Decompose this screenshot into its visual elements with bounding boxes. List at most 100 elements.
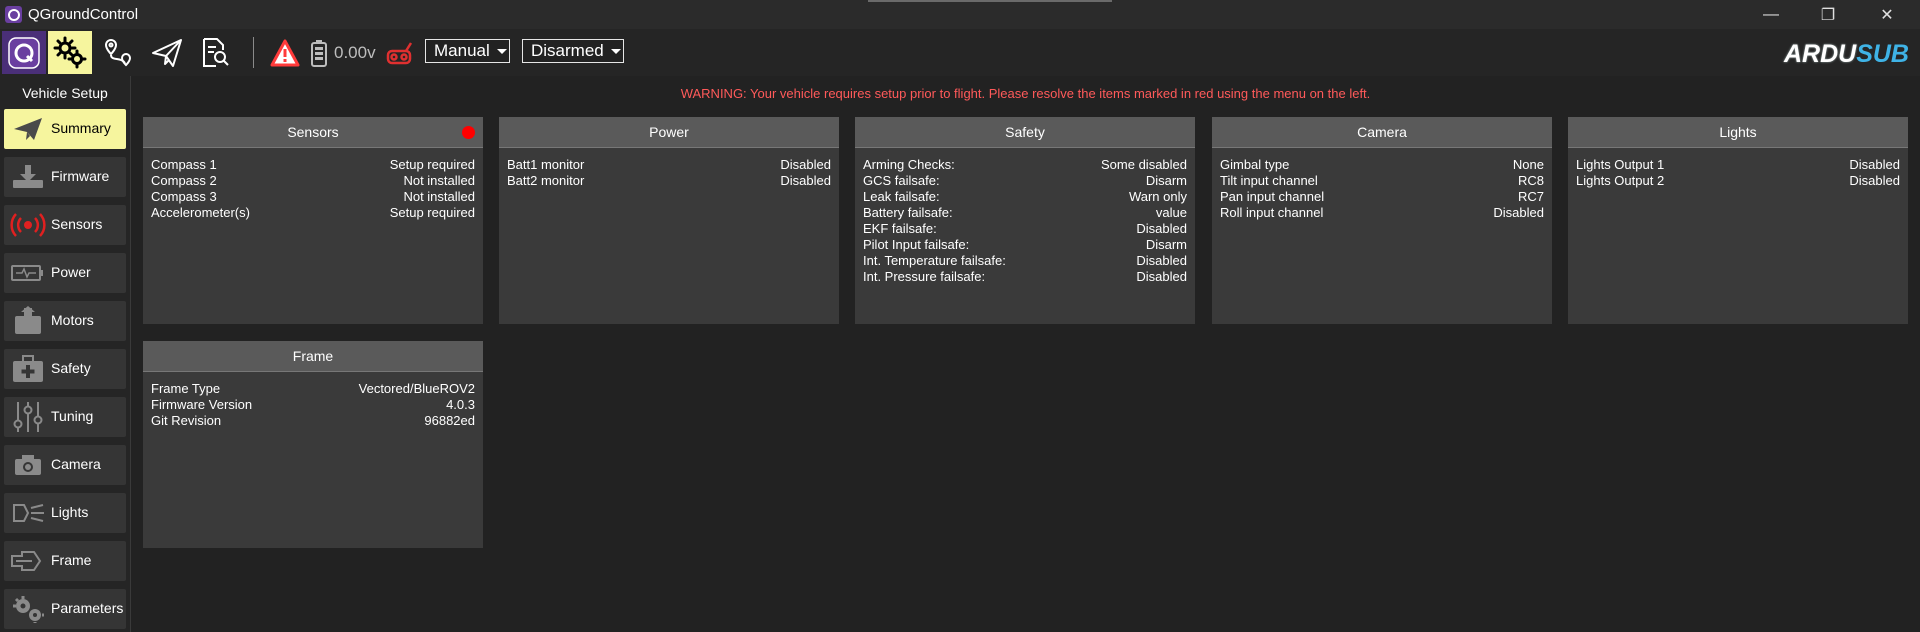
card-title: Power [649,124,689,140]
sensors-summary-card[interactable]: Sensors Compass 1 Setup required Compass … [143,117,483,324]
flight-mode-select[interactable]: Manual [425,39,510,63]
qgc-logo-button[interactable] [2,31,46,74]
gear-icon [53,36,87,68]
plan-route-icon [104,38,132,66]
plan-view-button[interactable] [97,31,141,74]
battery-pulse-icon [10,259,46,287]
paper-plane-icon [10,115,46,143]
card-row: Battery failsafe: value [863,205,1187,220]
rc-rssi-indicator[interactable] [382,31,416,74]
rc-signal-icon [386,41,413,64]
warning-triangle-icon [270,39,300,66]
toolbar-separator [253,37,254,68]
messages-indicator[interactable] [263,31,307,74]
sidebar-item-label: Camera [51,456,101,472]
card-header: Frame [143,341,483,372]
vehicle-setup-sidebar: Vehicle Setup Summary Firmware Sensors P… [0,76,131,632]
sidebar-item-summary[interactable]: Summary [4,109,126,149]
sidebar-item-parameters[interactable]: Parameters [4,589,126,629]
card-row: Git Revision 96882ed [151,413,475,428]
restore-button[interactable]: ❐ [1801,0,1855,29]
sidebar-item-label: Safety [51,360,91,376]
sidebar-item-label: Tuning [51,408,94,424]
card-row: Pan input channel RC7 [1220,189,1544,204]
sidebar-item-firmware[interactable]: Firmware [4,157,126,197]
analyze-view-button[interactable] [193,31,237,74]
sidebar-item-frame[interactable]: Frame [4,541,126,581]
motor-icon [10,306,46,335]
card-row: Leak failsafe: Warn only [863,189,1187,204]
card-row: Batt1 monitor Disabled [507,157,831,172]
analyze-document-icon [203,37,229,67]
sidebar-item-sensors[interactable]: Sensors [4,205,126,245]
card-row: Firmware Version 4.0.3 [151,397,475,412]
sidebar-item-label: Lights [51,504,89,520]
card-title: Safety [1005,124,1045,140]
lights-summary-card[interactable]: Lights Lights Output 1 Disabled Lights Ou… [1568,117,1908,324]
card-title: Frame [292,348,334,364]
sidebar-item-lights[interactable]: Lights [4,493,126,533]
minimize-button[interactable]: — [1744,0,1798,29]
card-row: Lights Output 2 Disabled [1576,173,1900,188]
card-header: Lights [1568,117,1908,148]
card-row: Int. Pressure failsafe: Disabled [863,269,1187,284]
sidebar-item-label: Power [51,264,91,280]
card-row: Compass 3 Not installed [151,189,475,204]
sidebar-item-label: Motors [51,312,94,328]
card-row: Int. Temperature failsafe: Disabled [863,253,1187,268]
card-row: Compass 2 Not installed [151,173,475,188]
card-title: Sensors [287,124,339,140]
frame-summary-card[interactable]: Frame Frame Type Vectored/BlueROV2 Firmwa… [143,341,483,548]
main-toolbar: 0.00v Manual Disarmed ARDU SUB [0,29,1920,76]
qgc-app-icon [5,6,22,23]
sidebar-item-label: Frame [51,552,92,568]
frame-icon [10,547,46,575]
radio-waves-icon [10,211,46,239]
card-title: Lights [1719,124,1757,140]
download-tray-icon [10,163,46,191]
vehicle-setup-button[interactable] [48,31,92,74]
camera-summary-card[interactable]: Camera Gimbal type None Tilt input channe… [1212,117,1552,324]
card-row: Tilt input channel RC8 [1220,173,1544,188]
sidebar-item-safety[interactable]: Safety [4,349,126,389]
sidebar-item-power[interactable]: Power [4,253,126,293]
card-row: Frame Type Vectored/BlueROV2 [151,381,475,396]
sidebar-item-label: Summary [51,120,111,136]
fly-view-button[interactable] [145,31,189,74]
chevron-down-icon [496,48,507,54]
sidebar-item-camera[interactable]: Camera [4,445,126,485]
card-row: GCS failsafe: Disarm [863,173,1187,188]
arm-state-value: Disarmed [531,41,604,60]
card-row: EKF failsafe: Disabled [863,221,1187,236]
battery-voltage: 0.00v [334,43,376,62]
battery-indicator[interactable] [305,31,333,74]
arm-state-select[interactable]: Disarmed [522,39,624,63]
safety-summary-card[interactable]: Safety Arming Checks: Some disabled GCS f… [855,117,1195,324]
close-button[interactable]: ✕ [1860,0,1914,29]
power-summary-card[interactable]: Power Batt1 monitor Disabled Batt2 monito… [499,117,839,324]
card-row: Compass 1 Setup required [151,157,475,172]
sidebar-title: Vehicle Setup [22,85,108,101]
card-row: Batt2 monitor Disabled [507,173,831,188]
card-header: Sensors [143,117,483,148]
sidebar-item-motors[interactable]: Motors [4,301,126,341]
ardusub-logo: ARDU SUB [1783,39,1909,68]
card-header: Power [499,117,839,148]
card-row: Roll input channel Disabled [1220,205,1544,220]
sidebar-item-label: Sensors [51,216,103,232]
lights-icon [10,499,46,527]
first-aid-kit-icon [10,355,46,383]
sidebar-item-label: Parameters [51,600,124,616]
sidebar-item-tuning[interactable]: Tuning [4,397,126,437]
window-drag-handle[interactable] [868,0,1112,2]
flight-mode-value: Manual [434,41,490,60]
sidebar-item-label: Firmware [51,168,110,184]
fly-paper-plane-icon [152,38,182,67]
battery-icon [311,39,327,67]
card-row: Arming Checks: Some disabled [863,157,1187,172]
setup-required-indicator [462,126,475,139]
card-title: Camera [1357,124,1407,140]
setup-warning-banner: WARNING: Your vehicle requires setup pri… [680,86,1371,101]
card-row: Lights Output 1 Disabled [1576,157,1900,172]
window-title: QGroundControl [28,6,139,23]
